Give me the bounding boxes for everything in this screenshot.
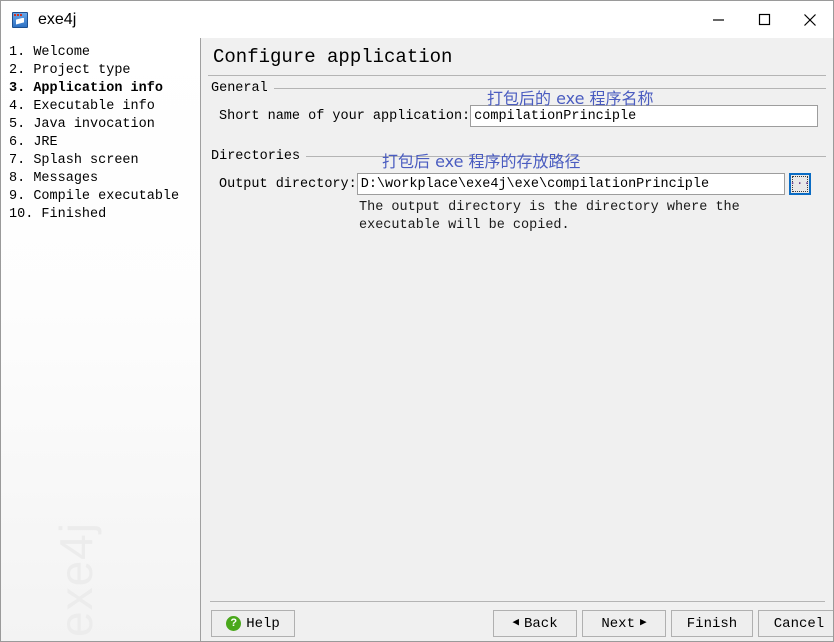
- step-label: Compile executable: [33, 189, 180, 204]
- sidebar-item-executable-info[interactable]: 4. Executable info: [1, 98, 200, 116]
- sidebar-item-messages[interactable]: 8. Messages: [1, 170, 200, 188]
- page-title: Configure application: [213, 46, 453, 68]
- cancel-label: Cancel: [773, 615, 825, 632]
- exe4j-wizard-window: exe4j 1. Welcome 2. Project type 3. Appl…: [0, 0, 834, 642]
- step-number: 7.: [9, 153, 26, 168]
- help-icon: ?: [226, 616, 242, 631]
- back-label: Back: [524, 615, 558, 632]
- annotation-app-name: 打包后的 exe 程序名称: [487, 89, 654, 108]
- title-bar: exe4j: [1, 1, 833, 38]
- sidebar-item-compile-executable[interactable]: 9. Compile executable: [1, 188, 200, 206]
- help-button[interactable]: ? Help: [211, 610, 295, 637]
- finish-label: Finish: [686, 615, 738, 632]
- minimize-icon[interactable]: [695, 1, 741, 38]
- sidebar-item-project-type[interactable]: 2. Project type: [1, 62, 200, 80]
- step-number: 8.: [9, 171, 26, 186]
- sidebar-item-java-invocation[interactable]: 5. Java invocation: [1, 116, 200, 134]
- step-label: Executable info: [33, 99, 155, 114]
- app-window-icon: [12, 11, 28, 28]
- arrow-right-icon: ▶: [639, 617, 647, 629]
- main-panel: Configure application General Short name…: [201, 38, 833, 641]
- step-label: Splash screen: [33, 153, 139, 168]
- heading-divider: [208, 75, 826, 76]
- back-button[interactable]: ◀ Back: [493, 610, 577, 637]
- group-label-directories: Directories: [211, 149, 301, 164]
- sidebar-item-splash-screen[interactable]: 7. Splash screen: [1, 152, 200, 170]
- window-controls: [695, 1, 833, 38]
- sidebar-item-application-info[interactable]: 3. Application info: [1, 80, 200, 98]
- step-number: 9.: [9, 189, 26, 204]
- step-number: 5.: [9, 117, 26, 132]
- arrow-left-icon: ◀: [512, 617, 519, 629]
- wizard-step-list: 1. Welcome 2. Project type 3. Applicatio…: [1, 44, 200, 224]
- window-title: exe4j: [38, 10, 77, 28]
- group-label-general: General: [211, 81, 268, 96]
- next-label: Next: [601, 615, 635, 632]
- step-number: 1.: [9, 45, 26, 60]
- maximize-icon[interactable]: [741, 1, 787, 38]
- step-label: Finished: [41, 207, 107, 222]
- output-directory-row: Output directory: ...: [219, 173, 811, 195]
- step-label: Application info: [33, 81, 163, 96]
- help-label: Help: [246, 615, 280, 632]
- step-number: 2.: [9, 63, 26, 78]
- content-area: 1. Welcome 2. Project type 3. Applicatio…: [1, 38, 833, 641]
- ellipsis-icon: ...: [788, 174, 811, 188]
- sidebar-item-finished[interactable]: 10. Finished: [1, 206, 200, 224]
- cancel-button[interactable]: Cancel: [758, 610, 833, 637]
- step-number: 6.: [9, 135, 26, 150]
- wizard-step-sidebar: 1. Welcome 2. Project type 3. Applicatio…: [1, 38, 200, 641]
- step-number: 4.: [9, 99, 26, 114]
- step-number: 10.: [9, 207, 34, 222]
- close-icon[interactable]: [787, 1, 833, 38]
- next-button[interactable]: Next ▶: [582, 610, 666, 637]
- step-label: Project type: [33, 63, 131, 78]
- step-label: Java invocation: [33, 117, 155, 132]
- sidebar-item-jre[interactable]: 6. JRE: [1, 134, 200, 152]
- finish-button[interactable]: Finish: [671, 610, 753, 637]
- output-directory-label: Output directory:: [219, 176, 357, 192]
- output-directory-input[interactable]: [356, 173, 785, 195]
- step-label: Welcome: [33, 45, 91, 60]
- sidebar-item-welcome[interactable]: 1. Welcome: [1, 44, 200, 62]
- footer-divider: [210, 601, 825, 602]
- footer-button-bar: ? Help ◀ Back Next ▶ Finish Cancel: [201, 610, 833, 641]
- annotation-output-path: 打包后 exe 程序的存放路径: [382, 152, 581, 171]
- step-number: 3.: [9, 81, 26, 96]
- output-directory-hint: The output directory is the directory wh…: [359, 200, 740, 233]
- step-label: Messages: [33, 171, 99, 186]
- step-label: JRE: [33, 135, 58, 150]
- exe4j-watermark: exe4j: [50, 522, 102, 637]
- browse-directory-button[interactable]: ...: [788, 173, 811, 195]
- short-name-label: Short name of your application:: [219, 108, 471, 124]
